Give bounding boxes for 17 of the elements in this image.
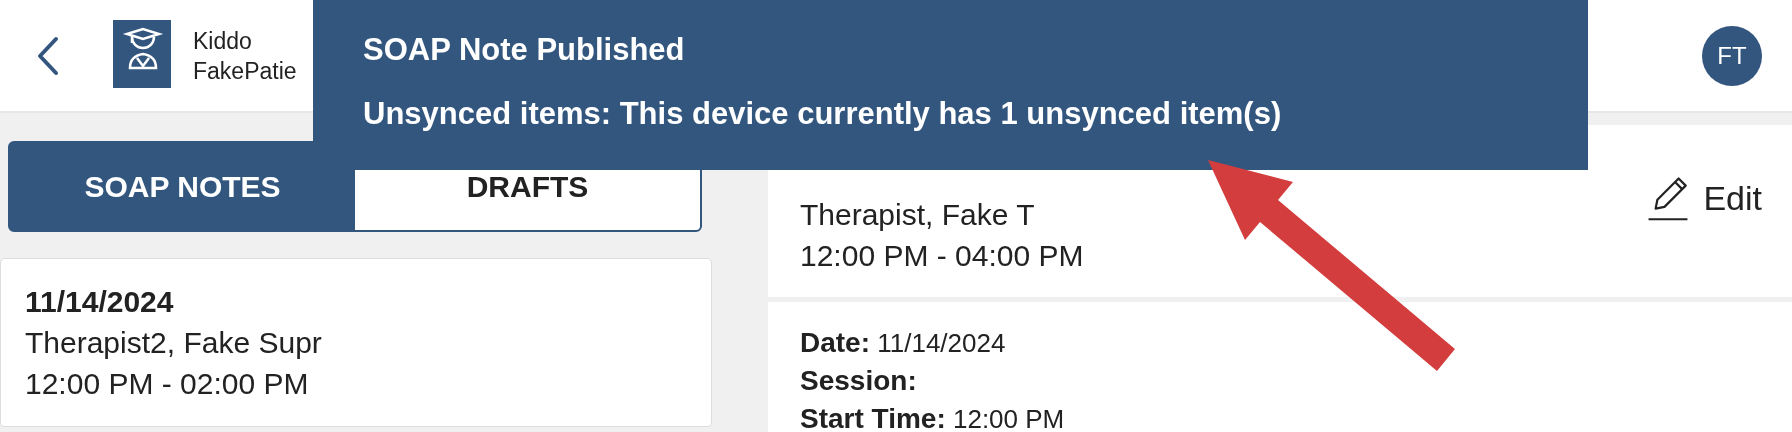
note-card[interactable]: 11/14/2024 Therapist2, Fake Supr 12:00 PM - 02:00 PM <box>0 258 712 427</box>
student-icon <box>113 19 171 88</box>
note-therapist: Therapist2, Fake Supr <box>25 325 323 361</box>
toast-title: SOAP Note Published <box>363 32 686 68</box>
note-time: 12:00 PM - 02:00 PM <box>25 366 310 402</box>
detail-field: Start Time: 12:00 PM <box>800 400 1760 432</box>
edit-button[interactable]: Edit <box>1645 173 1762 223</box>
patient-first-name: Kiddo <box>193 26 253 56</box>
back-icon[interactable] <box>36 35 60 76</box>
toast-message: Unsynced items: This device currently has 1 unsynced item(s) <box>363 96 1283 132</box>
user-avatar[interactable]: FT <box>1702 25 1762 86</box>
detail-time: 12:00 PM - 04:00 PM <box>800 238 1085 274</box>
detail-field: Session: <box>800 362 1760 400</box>
note-date: 11/14/2024 <box>25 284 175 320</box>
detail-therapist: Therapist, Fake T <box>800 197 1036 233</box>
patient-last-name: FakePatie <box>193 56 297 86</box>
detail-field: Date: 11/14/2024 <box>800 324 1760 362</box>
